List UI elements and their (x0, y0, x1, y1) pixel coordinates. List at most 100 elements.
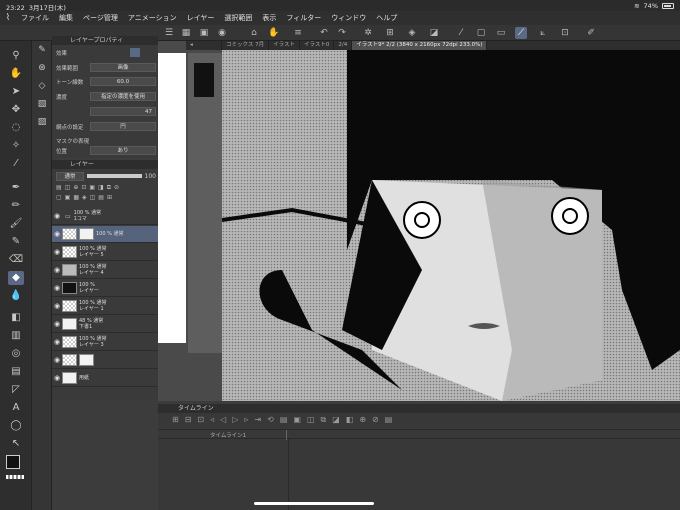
layer-thumb (62, 318, 77, 330)
operation-icon[interactable]: ➤ (8, 85, 24, 99)
transform-icon[interactable]: ⊞ (384, 27, 396, 39)
eye-icon[interactable]: ◉ (52, 374, 62, 382)
menu-edit[interactable]: 編集 (54, 13, 78, 23)
layer-row[interactable]: ◉ 100 % 通常 (52, 226, 158, 243)
canvas-area[interactable] (158, 41, 680, 401)
blend-select[interactable]: 通常 (56, 171, 84, 181)
tone-effect-icon[interactable] (130, 48, 140, 57)
timeline-controls[interactable]: ⊞⊟⊡◃◁▷▹⇥⟲▤▣◫⧉◪◧⊕⊘▤ (158, 413, 680, 427)
stamp-icon[interactable]: ◪ (428, 27, 440, 39)
eye-icon[interactable]: ◉ (52, 338, 62, 346)
menu-animation[interactable]: アニメーション (123, 13, 182, 23)
airbrush-icon[interactable]: ✎ (8, 235, 24, 249)
tab-illust0[interactable]: イラスト0 (300, 41, 335, 50)
menu-view[interactable]: 表示 (257, 13, 281, 23)
fill-bucket-icon[interactable]: ◧ (8, 311, 24, 325)
tab-illust9[interactable]: イラスト9* 2/2 (3840 x 2160px 72dpi 233.0%) (352, 41, 488, 50)
redo-icon[interactable]: ↷ (336, 27, 348, 39)
eye-icon[interactable]: ◉ (52, 356, 62, 364)
layer-row[interactable]: ◉ 100 % 通常 レイヤー 3 (52, 334, 158, 351)
pen-icon[interactable]: ✒ (8, 181, 24, 195)
layer-row[interactable]: ◉ 100 % レイヤー (52, 280, 158, 297)
layer-tools-2[interactable]: ▢▣▦◈◫▤⊞ (56, 194, 156, 202)
eraser-settings-icon[interactable]: ◇ (35, 79, 49, 93)
save-icon[interactable]: ▣ (198, 27, 210, 39)
brush-size-icon[interactable]: ✎ (35, 43, 49, 57)
illustration-canvas[interactable] (222, 50, 680, 401)
page-strip (158, 53, 186, 343)
square-icon[interactable]: ▢ (475, 27, 487, 39)
gradient-icon[interactable]: ▥ (8, 329, 24, 343)
layer-row[interactable]: ◉ 100 % 通常 レイヤー 5 (52, 244, 158, 261)
layer-row[interactable]: ◉ 100 % 通常 レイヤー 4 (52, 262, 158, 279)
tab-comics[interactable]: コミックス 7月 (222, 41, 270, 50)
snap-grid-icon[interactable]: ⊡ (559, 27, 571, 39)
edit-icon[interactable]: ✐ (585, 27, 597, 39)
move-icon[interactable]: ✥ (8, 103, 24, 117)
timeline-divider (286, 430, 287, 440)
snap-ruler-icon[interactable]: ⟋ (515, 27, 527, 39)
tab-page-count[interactable]: 2/4 (334, 41, 353, 50)
balloon-icon[interactable]: ◯ (8, 419, 24, 433)
settings-icon[interactable]: ✲ (362, 27, 374, 39)
undo-icon[interactable]: ↶ (318, 27, 330, 39)
lasso-icon[interactable]: ◌ (8, 121, 24, 135)
eye-icon[interactable]: ◉ (52, 230, 62, 238)
color-set-icon[interactable]: ▧ (35, 97, 49, 111)
eye-icon[interactable]: ◉ (52, 284, 62, 292)
layer-row[interactable]: ◉ 48 % 通常 下書1 (52, 316, 158, 333)
ruler-tool-icon[interactable]: ◸ (8, 383, 24, 397)
menu-help[interactable]: ヘルプ (371, 13, 402, 23)
left-eye (403, 201, 441, 239)
pen-settings-icon[interactable]: ⊛ (35, 61, 49, 75)
layer-row[interactable]: ◉ (52, 352, 158, 369)
magic-wand-icon[interactable]: ✧ (8, 139, 24, 153)
menu-layer[interactable]: レイヤー (182, 13, 220, 23)
eye-icon[interactable]: ◉ (52, 320, 62, 328)
menu-selection[interactable]: 選択範囲 (219, 13, 257, 23)
menu-filter[interactable]: フィルター (281, 13, 326, 23)
eye-icon[interactable]: ◉ (52, 248, 62, 256)
frame-icon[interactable]: ▭ (495, 27, 507, 39)
snap-special-icon[interactable]: ⟀ (537, 27, 549, 39)
grid-icon[interactable]: ▦ (180, 27, 192, 39)
hand-icon[interactable]: ✋ (268, 27, 280, 39)
layer-thumb (62, 264, 77, 276)
menu-icon[interactable]: ☰ (163, 27, 175, 39)
record-icon[interactable]: ◉ (216, 27, 228, 39)
brush-icon[interactable]: 🖌 (8, 217, 24, 231)
tab-illust[interactable]: イラスト (269, 41, 300, 50)
timeline-track-row[interactable]: タイムライン1 (158, 429, 680, 440)
menu-file[interactable]: ファイル (16, 13, 54, 23)
eye-icon[interactable]: ◉ (52, 212, 62, 220)
eyedropper-icon[interactable]: ⁄ (8, 157, 24, 171)
menu-window[interactable]: ウィンドウ (326, 13, 371, 23)
transparent-swatch[interactable] (6, 475, 24, 479)
menu-page[interactable]: ページ管理 (78, 13, 123, 23)
layer-settings-icon[interactable]: ▨ (35, 115, 49, 129)
fill-icon[interactable]: ◈ (406, 27, 418, 39)
layer-row[interactable]: ◉ 用紙 (52, 370, 158, 387)
zoom-icon[interactable]: ⚲ (8, 49, 24, 63)
hand-tool-icon[interactable]: ✋ (8, 67, 24, 81)
eye-icon[interactable]: ◉ (52, 266, 62, 274)
text-icon[interactable]: A (8, 401, 24, 415)
eraser-icon[interactable]: ⌫ (8, 253, 24, 267)
pencil-icon[interactable]: ✏ (8, 199, 24, 213)
home-icon[interactable]: ⌂ (248, 27, 260, 39)
opacity-slider[interactable] (87, 174, 142, 178)
app-logo-icon[interactable]: ⌇ (0, 13, 16, 23)
main-color-swatch[interactable] (6, 455, 20, 469)
eye-icon[interactable]: ◉ (52, 302, 62, 310)
frame-border-icon[interactable]: ▤ (8, 365, 24, 379)
menu-dots-icon[interactable]: ≡ (292, 27, 304, 39)
ruler-icon[interactable]: ⁄ (455, 27, 467, 39)
figure-icon[interactable]: ◎ (8, 347, 24, 361)
correct-line-icon[interactable]: ↖ (8, 437, 24, 451)
tab-toggle[interactable]: ◂ (186, 41, 222, 50)
layer-row[interactable]: ◉ ▭ 100 % 通常 1コマ (52, 208, 158, 225)
layer-row[interactable]: ◉ 100 % 通常 レイヤー 1 (52, 298, 158, 315)
layer-tools[interactable]: ▤◫⊕⊡▣◨⧉⊘ (56, 184, 156, 192)
tone-icon[interactable]: ◆ (8, 271, 24, 285)
blend-icon[interactable]: 💧 (8, 289, 24, 303)
